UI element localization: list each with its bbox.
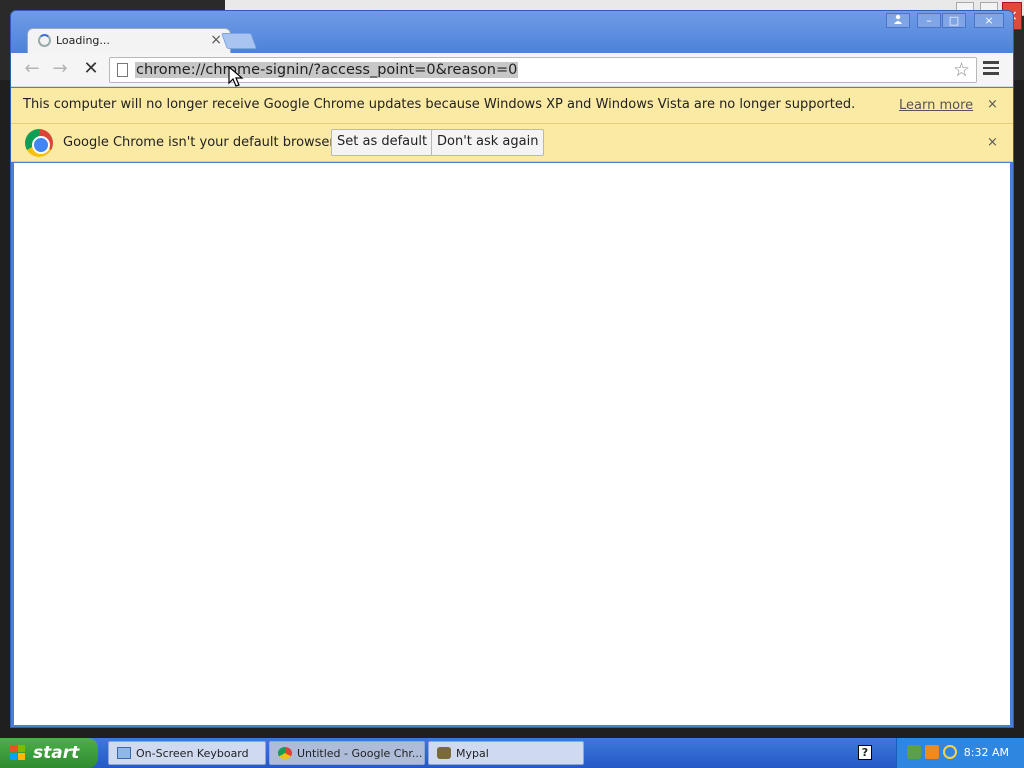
loading-spinner-icon — [38, 34, 51, 47]
mouse-cursor-icon — [228, 66, 244, 87]
close-button[interactable]: × — [974, 13, 1004, 28]
update-infobar-close-icon[interactable]: × — [987, 97, 998, 112]
taskbar: start On-Screen Keyboard Untitled - Goog… — [0, 738, 1024, 768]
mypal-icon — [437, 747, 451, 759]
bookmark-star-icon[interactable]: ☆ — [953, 59, 970, 81]
network-icon[interactable] — [907, 745, 921, 759]
chrome-menu-icon[interactable] — [983, 61, 999, 77]
dont-ask-again-button[interactable]: Don't ask again — [431, 129, 545, 156]
title-bar: Loading... × – □ × — [11, 11, 1013, 54]
search-icon[interactable] — [943, 745, 957, 759]
security-icon[interactable] — [925, 745, 939, 759]
taskbar-item-mypal[interactable]: Mypal — [428, 741, 584, 765]
help-icon[interactable]: ? — [858, 745, 872, 760]
minimize-button[interactable]: – — [917, 13, 941, 28]
windows-logo-icon — [10, 745, 26, 761]
system-tray: 8:32 AM — [896, 738, 1024, 768]
user-profile-button[interactable] — [886, 13, 910, 28]
default-browser-message: Google Chrome isn't your default browser… — [63, 135, 338, 150]
forward-arrow-icon[interactable]: → — [49, 58, 71, 80]
taskbar-item-label: Mypal — [456, 747, 489, 760]
keyboard-icon — [117, 747, 131, 759]
update-infobar: This computer will no longer receive Goo… — [11, 88, 1013, 124]
clock: 8:32 AM — [963, 746, 1009, 759]
tab-title: Loading... — [56, 34, 110, 47]
learn-more-link[interactable]: Learn more — [899, 98, 973, 113]
maximize-button[interactable]: □ — [942, 13, 966, 28]
page-content — [14, 163, 1010, 725]
start-label: start — [33, 743, 80, 763]
default-browser-infobar-close-icon[interactable]: × — [987, 135, 998, 150]
chrome-icon — [278, 747, 292, 759]
update-message: This computer will no longer receive Goo… — [23, 97, 856, 112]
start-button[interactable]: start — [0, 738, 98, 768]
taskbar-item-label: Untitled - Google Chr... — [297, 747, 423, 760]
taskbar-item-chrome[interactable]: Untitled - Google Chr... — [269, 741, 425, 765]
toolbar: ← → ✕ chrome://chrome-signin/?access_poi… — [11, 53, 1013, 87]
tab-loading[interactable]: Loading... × — [27, 28, 231, 54]
user-icon — [894, 14, 902, 24]
set-as-default-button[interactable]: Set as default — [331, 129, 434, 156]
chrome-window: Loading... × – □ × ← → ✕ chrome://chrome… — [10, 10, 1014, 728]
taskbar-item-label: On-Screen Keyboard — [136, 747, 249, 760]
tab-close-icon[interactable]: × — [210, 32, 222, 48]
stop-loading-icon[interactable]: ✕ — [80, 58, 102, 80]
default-browser-infobar: Google Chrome isn't your default browser… — [11, 124, 1013, 162]
url-text[interactable]: chrome://chrome-signin/?access_point=0&r… — [135, 62, 519, 78]
chrome-logo-icon — [25, 129, 53, 157]
back-arrow-icon[interactable]: ← — [21, 58, 43, 80]
page-icon — [117, 63, 128, 77]
taskbar-item-on-screen-keyboard[interactable]: On-Screen Keyboard — [108, 741, 266, 765]
new-tab-button[interactable] — [221, 33, 257, 49]
